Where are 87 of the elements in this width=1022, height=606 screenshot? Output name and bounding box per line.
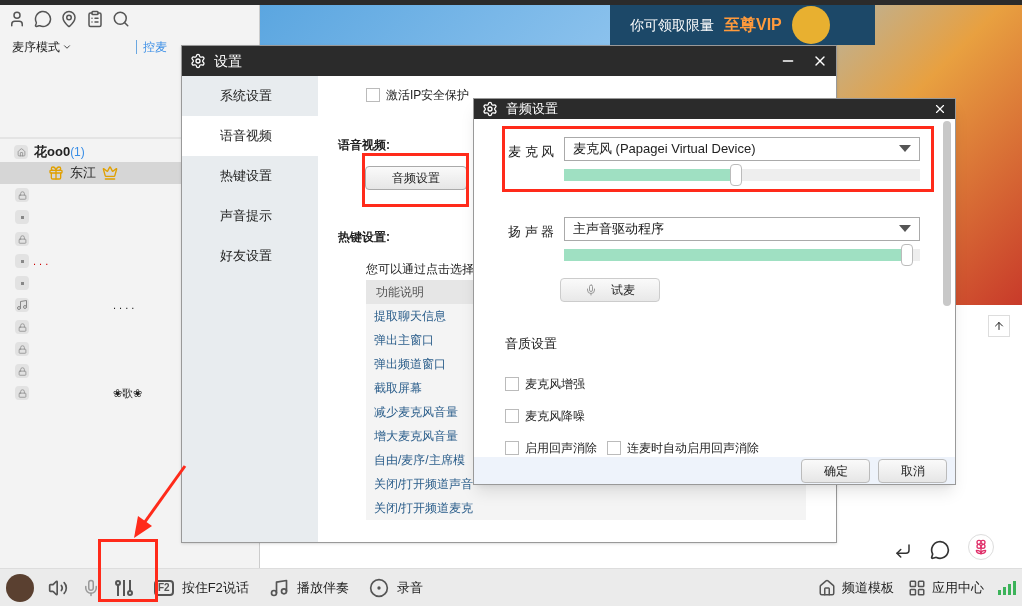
section-heading: 语音视频:: [338, 137, 390, 154]
toolbar-button[interactable]: F2 按住F2说话: [154, 577, 249, 598]
subchannel-name[interactable]: . . . .: [113, 296, 135, 314]
table-cell[interactable]: 关闭/打开频道麦克: [366, 496, 806, 520]
vip-label: 至尊VIP: [724, 15, 782, 35]
slider-thumb[interactable]: [730, 163, 742, 186]
house-icon: [16, 147, 26, 157]
nav-tab[interactable]: 好友设置: [182, 236, 318, 276]
lock-icon: [17, 190, 27, 200]
channel-name[interactable]: 花oo0: [34, 142, 71, 162]
signal-icon: [998, 580, 1016, 595]
location-icon[interactable]: [60, 10, 78, 28]
grid-icon: [908, 578, 926, 597]
checkbox[interactable]: [366, 88, 380, 102]
arrow-up-icon: [993, 320, 1005, 332]
nav-tab[interactable]: 语音视频: [182, 116, 318, 156]
subchannel-name[interactable]: . . .: [33, 252, 49, 270]
checkbox[interactable]: [505, 441, 519, 455]
lock-icon: [17, 344, 27, 354]
lock-icon: [17, 322, 27, 332]
caret-icon: [899, 225, 911, 232]
checkbox[interactable]: [607, 441, 621, 455]
promo-text: 你可领取限量: [630, 15, 714, 35]
settings-icon: [190, 53, 206, 69]
speaker-icon[interactable]: [48, 577, 68, 598]
search-icon[interactable]: [112, 10, 130, 28]
toolbar-button[interactable]: 录音: [368, 577, 423, 598]
mixer-icon[interactable]: [114, 577, 134, 598]
mascot-picture: [791, 6, 830, 44]
music-note-icon: [16, 299, 28, 311]
lock-icon: [17, 234, 27, 244]
caret-icon: [62, 42, 72, 52]
checkbox[interactable]: [505, 409, 519, 423]
checkbox-label: 麦克风增强: [525, 376, 585, 393]
scrollbar[interactable]: [943, 120, 951, 306]
checkbox-label: 启用回声消除: [525, 440, 597, 457]
dialog-title: 设置: [214, 51, 243, 71]
device-label: 扬 声 器: [508, 222, 556, 241]
audio-settings-button[interactable]: 音频设置: [365, 166, 467, 190]
toolbar-button[interactable]: 应用中心: [908, 577, 984, 598]
section-heading: 热键设置:: [338, 229, 390, 246]
subchannel-name[interactable]: ❀歌❀: [113, 384, 142, 402]
gift-icon: [48, 165, 64, 181]
hint-text: 您可以通过点击选择: [366, 261, 474, 278]
nav-tab[interactable]: 声音提示: [182, 196, 318, 236]
record-icon: [368, 577, 389, 598]
enter-icon[interactable]: [894, 542, 912, 560]
device-dropdown[interactable]: 麦克风 (Papagei Virtual Device): [564, 136, 920, 161]
checkbox-label: 连麦时自动启用回声消除: [627, 440, 759, 457]
list-icon[interactable]: [86, 10, 104, 28]
vip-promo-banner[interactable]: 你可领取限量 至尊VIP: [610, 5, 875, 45]
chat-icon[interactable]: [34, 10, 52, 28]
lock-icon: [17, 366, 27, 376]
crown-icon: [102, 165, 118, 181]
nav-tab[interactable]: 系统设置: [182, 76, 318, 116]
section-heading: 音质设置: [505, 334, 558, 353]
settings-icon: [482, 100, 498, 117]
volume-slider[interactable]: [564, 163, 920, 186]
volume-slider[interactable]: [564, 243, 920, 266]
chat-bubble-icon[interactable]: [930, 540, 950, 560]
test-mic-button[interactable]: 试麦: [560, 277, 660, 302]
dialog-button[interactable]: 取消: [878, 458, 947, 483]
device-label: 麦 克 风: [508, 142, 556, 161]
device-dropdown[interactable]: 主声音驱动程序: [564, 216, 920, 241]
user-icon[interactable]: [8, 10, 26, 28]
dialog-title: 音频设置: [506, 100, 559, 118]
highlight-frame: [98, 539, 158, 602]
member-count: (1): [70, 144, 85, 161]
avatar[interactable]: [6, 573, 34, 602]
microphone-icon[interactable]: [82, 578, 100, 597]
checkbox-label: 麦克风降噪: [525, 408, 585, 425]
slider-thumb[interactable]: [900, 243, 913, 266]
music-note-icon: [268, 577, 289, 598]
flower-icon[interactable]: [973, 539, 989, 555]
checkbox[interactable]: [505, 377, 519, 391]
checkbox-label: 激活IP安全保护: [386, 87, 470, 104]
up-arrow-button[interactable]: [988, 315, 1010, 337]
house-icon: [818, 578, 836, 597]
toolbar-button[interactable]: 播放伴奏: [268, 577, 349, 598]
member-name: 东江: [70, 164, 96, 183]
lock-icon: [17, 388, 27, 398]
dialog-button[interactable]: 确定: [801, 458, 870, 483]
key-icon: F2: [154, 579, 174, 596]
mode-dropdown[interactable]: 麦序模式: [12, 38, 72, 56]
caret-icon: [899, 145, 911, 152]
microphone-icon: [585, 283, 597, 296]
toolbar-button[interactable]: 频道模板: [818, 577, 894, 598]
